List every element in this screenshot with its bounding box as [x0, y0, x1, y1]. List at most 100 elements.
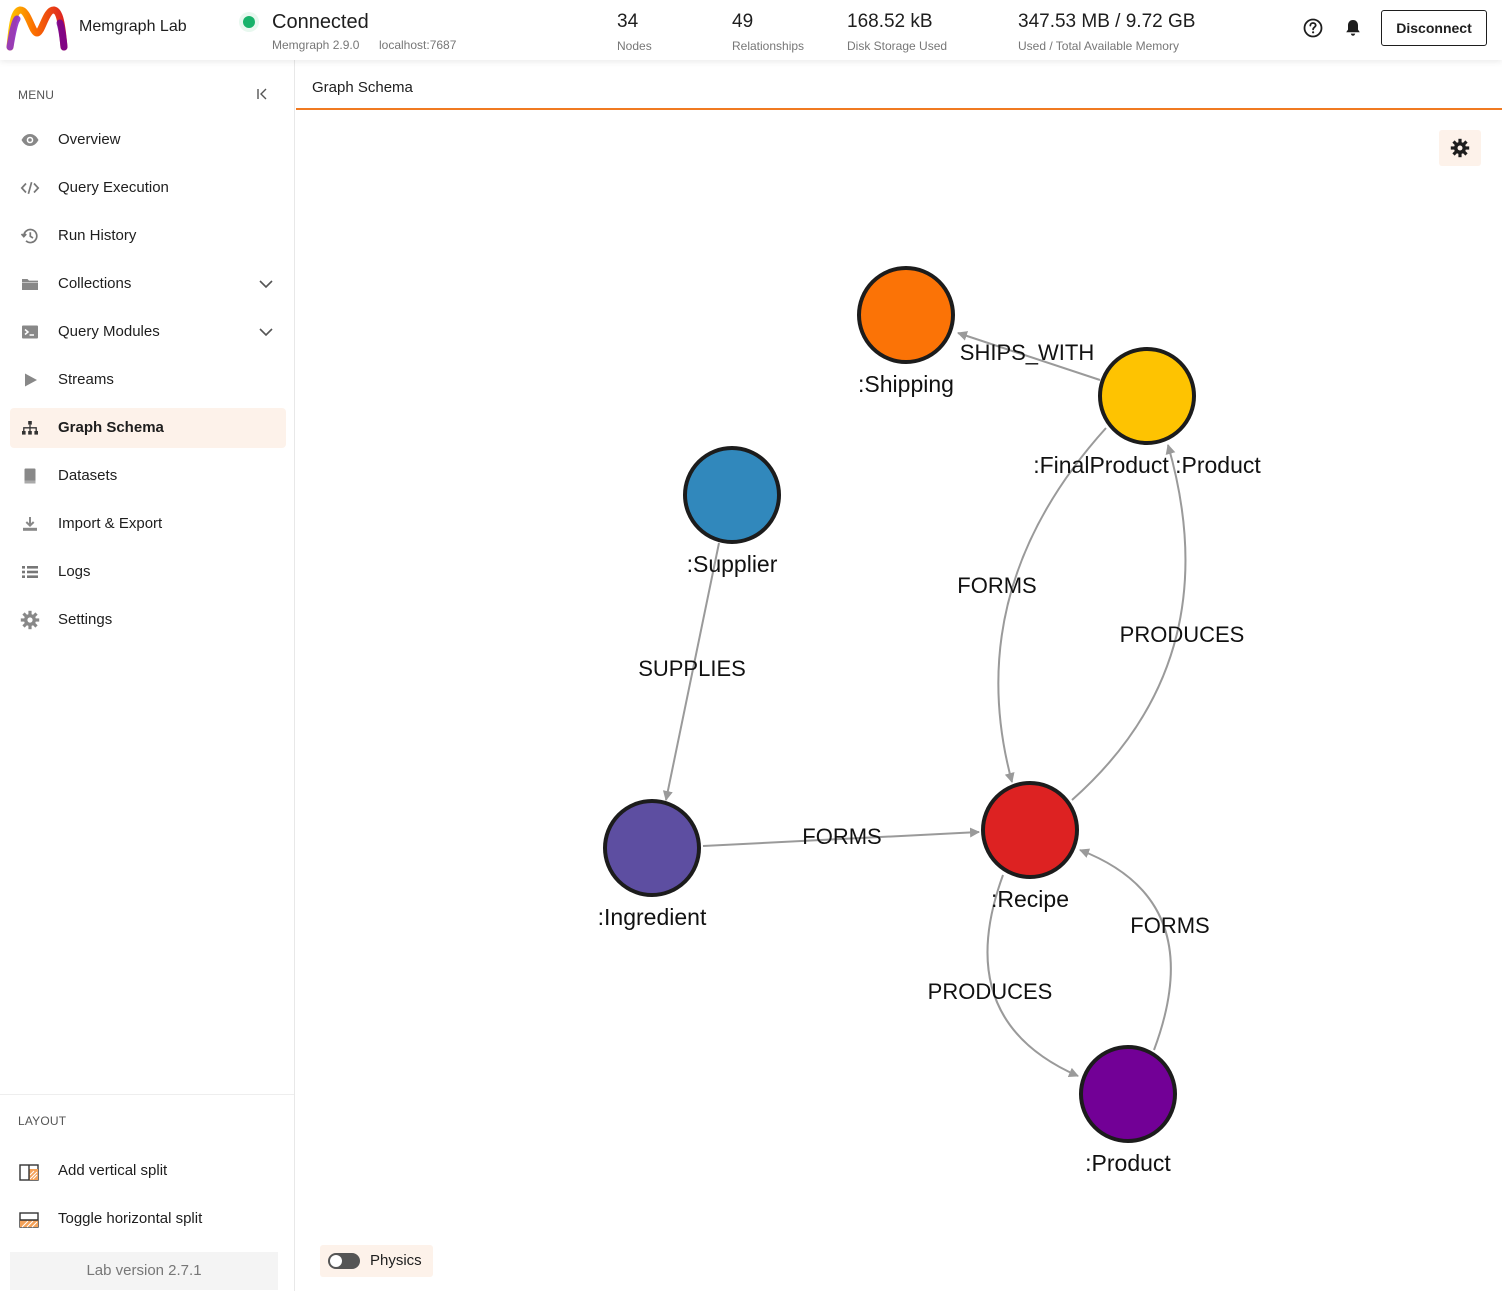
graph-settings-button[interactable]: [1439, 130, 1481, 166]
edge-label: PRODUCES: [1120, 622, 1245, 647]
panel-tab-bar: Graph Schema: [296, 62, 1502, 110]
connection-status-icon: [243, 16, 255, 28]
edge-forms-fp[interactable]: [997, 427, 1107, 783]
horizontal-split-icon: [19, 1212, 39, 1228]
stat-value: 347.53 MB / 9.72 GB: [1018, 11, 1196, 32]
menu-section-label: MENU: [18, 88, 55, 102]
sidebar-item-label: Streams: [58, 371, 114, 388]
stat-value: 168.52 kB: [847, 11, 933, 32]
node-supplier[interactable]: [683, 446, 781, 544]
chevron-down-icon[interactable]: [258, 276, 274, 292]
vertical-split-icon: [19, 1164, 39, 1181]
gear-icon: [20, 610, 40, 630]
terminal-icon: [22, 325, 38, 339]
disconnect-button[interactable]: Disconnect: [1381, 10, 1487, 46]
download-icon: [23, 517, 37, 531]
sidebar-item-graph-schema[interactable]: Graph Schema: [10, 408, 286, 448]
play-icon: [25, 373, 37, 387]
node-label: :FinalProduct :Product: [1033, 452, 1261, 478]
edge-label: SHIPS_WITH: [960, 340, 1094, 365]
physics-toggle[interactable]: Physics: [320, 1245, 433, 1277]
sidebar-item-query-modules[interactable]: Query Modules: [10, 312, 286, 352]
stat-memory: 347.53 MB / 9.72 GB Used / Total Availab…: [1018, 11, 1195, 53]
eye-icon: [21, 134, 39, 146]
edge-label: SUPPLIES: [638, 656, 746, 681]
node-label: :Supplier: [687, 551, 778, 577]
connection-status: Connected: [272, 11, 369, 33]
gear-icon: [1450, 138, 1470, 158]
lab-version: Lab version 2.7.1: [10, 1252, 278, 1290]
tab-graph-schema[interactable]: Graph Schema: [312, 79, 413, 96]
toggle-horizontal-split-button[interactable]: Toggle horizontal split: [10, 1199, 286, 1239]
stat-label: Used / Total Available Memory: [1018, 39, 1179, 53]
sidebar-divider: [0, 1094, 294, 1095]
physics-switch[interactable]: [328, 1253, 360, 1269]
stat-value: 49: [732, 11, 754, 32]
code-icon: [20, 181, 40, 195]
folder-icon: [22, 279, 38, 290]
node-shipping[interactable]: [857, 266, 955, 364]
sidebar-item-label: Datasets: [58, 467, 118, 484]
add-vertical-split-button[interactable]: Add vertical split: [10, 1151, 286, 1191]
node-product[interactable]: [1079, 1045, 1177, 1143]
collapse-sidebar-icon[interactable]: [254, 86, 270, 102]
node-ingredient[interactable]: [603, 799, 701, 897]
node-label: :Product: [1085, 1150, 1171, 1176]
layout-section-label: LAYOUT: [18, 1114, 67, 1128]
switch-knob: [330, 1255, 342, 1267]
sidebar-item-label: Query Execution: [58, 179, 169, 196]
sidebar-item-overview[interactable]: Overview: [10, 120, 286, 160]
chevron-down-icon[interactable]: [258, 324, 274, 340]
sidebar-item-query-execution[interactable]: Query Execution: [10, 168, 286, 208]
sidebar-item-streams[interactable]: Streams: [10, 360, 286, 400]
graph-canvas[interactable]: SHIPS_WITH FORMS PRODUCES SUPPLIES FORMS FORM…: [304, 118, 1498, 1288]
node-finalproduct[interactable]: [1098, 347, 1196, 445]
sidebar-item-label: Overview: [58, 131, 121, 148]
sidebar-item-label: Add vertical split: [58, 1162, 168, 1179]
edge-label: FORMS: [957, 573, 1036, 598]
top-header: Memgraph Lab Connected Memgraph 2.9.0 lo…: [0, 0, 1502, 60]
node-label: :Ingredient: [598, 904, 707, 930]
sidebar-item-import-export[interactable]: Import & Export: [10, 504, 286, 544]
help-circle-icon[interactable]: [1302, 17, 1324, 39]
app-name: Memgraph Lab: [79, 18, 187, 35]
list-icon: [22, 566, 38, 578]
edge-label: FORMS: [1130, 913, 1209, 938]
sidebar-item-datasets[interactable]: Datasets: [10, 456, 286, 496]
sidebar-item-run-history[interactable]: Run History: [10, 216, 286, 256]
stat-label: Nodes: [617, 39, 652, 53]
stat-label: Disk Storage Used: [847, 39, 948, 53]
node-label: :Shipping: [858, 371, 954, 397]
sidebar-item-label: Graph Schema: [58, 419, 164, 436]
sidebar-item-label: Settings: [58, 611, 113, 628]
sidebar-item-label: Toggle horizontal split: [58, 1210, 203, 1227]
sidebar-item-label: Collections: [58, 275, 132, 292]
history-icon: [20, 228, 38, 244]
sidebar-item-label: Import & Export: [58, 515, 163, 532]
edge-label: FORMS: [802, 824, 881, 849]
stat-value: 34: [617, 11, 639, 32]
physics-label: Physics: [370, 1252, 422, 1269]
stat-label: Relationships: [732, 39, 805, 53]
sidebar: MENU Overview Query Execution Run Histor…: [0, 60, 295, 1291]
edge-label: PRODUCES: [928, 979, 1053, 1004]
stat-disk-storage: 168.52 kB Disk Storage Used: [847, 11, 947, 53]
edge-forms-prod[interactable]: [1079, 848, 1172, 1051]
bell-icon[interactable]: [1342, 17, 1364, 39]
sidebar-item-label: Query Modules: [58, 323, 160, 340]
sidebar-item-logs[interactable]: Logs: [10, 552, 286, 592]
node-label: :Recipe: [991, 886, 1069, 912]
memgraph-logo-icon: [6, 6, 68, 51]
sidebar-item-label: Logs: [58, 563, 91, 580]
hierarchy-icon: [22, 421, 38, 435]
graph-schema-graph[interactable]: SHIPS_WITH FORMS PRODUCES SUPPLIES FORMS FORM…: [304, 118, 1498, 1288]
sidebar-item-collections[interactable]: Collections: [10, 264, 286, 304]
stat-nodes: 34 Nodes: [617, 11, 652, 53]
stat-relationships: 49 Relationships: [732, 11, 804, 53]
memgraph-version: Memgraph 2.9.0: [272, 38, 360, 52]
node-recipe[interactable]: [981, 781, 1079, 879]
sidebar-item-settings[interactable]: Settings: [10, 600, 286, 640]
sidebar-item-label: Run History: [58, 227, 137, 244]
host-address: localhost:7687: [379, 38, 457, 52]
book-icon: [24, 468, 36, 484]
